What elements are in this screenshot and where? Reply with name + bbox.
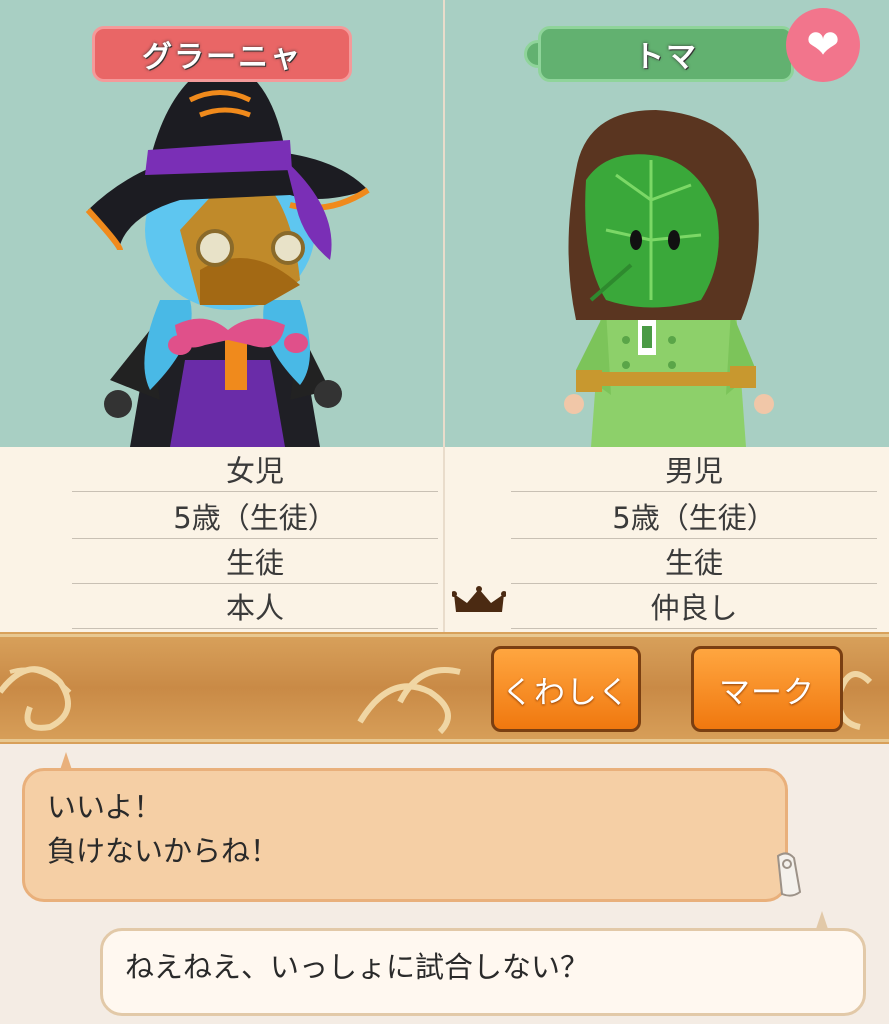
- crown-icon: [452, 586, 506, 612]
- chat-line: ねえねえ、いっしょに試合しない？: [125, 950, 590, 984]
- detail-button[interactable]: くわしく: [491, 646, 641, 732]
- age-label: 5歳（生徒）: [72, 494, 438, 539]
- chat-line: いいよ！: [47, 790, 163, 824]
- relation-label: 仲良し: [511, 584, 877, 629]
- age-label: 5歳（生徒）: [511, 494, 877, 539]
- chat-line: 負けないからね！: [47, 834, 280, 868]
- bubble-tail: [816, 911, 828, 929]
- gender-label: 男児: [511, 447, 877, 492]
- heart-icon[interactable]: ❤: [786, 8, 860, 82]
- column-divider: [443, 0, 445, 632]
- chat-bubble-self: ねえねえ、いっしょに試合しない？: [100, 928, 866, 1016]
- mark-button[interactable]: マーク: [691, 646, 843, 732]
- chat-bubble-partner: いいよ！ 負けないからね！: [22, 768, 788, 902]
- character-name-left: グラーニャ: [92, 26, 352, 82]
- relation-label: 本人: [72, 584, 438, 629]
- clip-icon: [776, 852, 802, 897]
- role-label: 生徒: [72, 539, 438, 584]
- character-name-right: トマ: [538, 26, 794, 82]
- profile-info-right: 男児 5歳（生徒） 生徒 仲良し: [445, 447, 889, 632]
- gender-label: 女児: [72, 447, 438, 492]
- role-label: 生徒: [511, 539, 877, 584]
- profile-info-left: 女児 5歳（生徒） 生徒 本人: [0, 447, 443, 632]
